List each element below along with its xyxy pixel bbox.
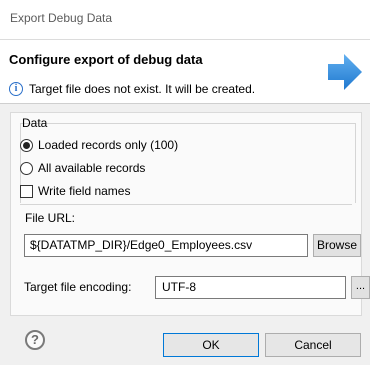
checkbox-box[interactable] [20, 184, 33, 198]
loaded-records-label: Loaded records only (100) [38, 138, 179, 152]
data-group-label: Data [22, 116, 48, 130]
right-arrow-icon [328, 54, 362, 90]
status-message: Target file does not exist. It will be c… [29, 82, 256, 96]
dialog-heading: Configure export of debug data [9, 52, 203, 67]
loaded-records-radio[interactable]: Loaded records only (100) [20, 138, 178, 152]
title-bar: Export Debug Data [0, 0, 370, 40]
browse-button[interactable]: Browse [313, 234, 361, 257]
ok-button[interactable]: OK [163, 333, 259, 357]
data-group: Data Loaded records only (100) All avail… [20, 116, 360, 203]
radio-selected-indicator[interactable] [20, 138, 33, 152]
dialog-header: Configure export of debug data i Target … [0, 40, 370, 104]
file-url-input[interactable]: ${DATATMP_DIR}/Edge0_Employees.csv [24, 234, 308, 257]
all-records-radio[interactable]: All available records [20, 161, 145, 175]
all-records-label: All available records [38, 161, 146, 175]
export-settings-panel: Data Loaded records only (100) All avail… [10, 112, 370, 316]
cancel-button[interactable]: Cancel [265, 333, 361, 357]
write-field-names-label: Write field names [38, 184, 131, 198]
section-divider [20, 204, 352, 205]
encoding-picker-button[interactable]: ... [351, 276, 370, 299]
encoding-label: Target file encoding: [24, 280, 132, 294]
info-icon: i [9, 82, 23, 96]
radio-unselected-indicator[interactable] [20, 161, 33, 175]
window-title: Export Debug Data [10, 11, 113, 25]
write-field-names-checkbox[interactable]: Write field names [20, 184, 130, 198]
encoding-input[interactable]: UTF-8 [155, 276, 346, 299]
file-url-label: File URL: [25, 211, 76, 225]
help-icon[interactable]: ? [25, 330, 45, 350]
